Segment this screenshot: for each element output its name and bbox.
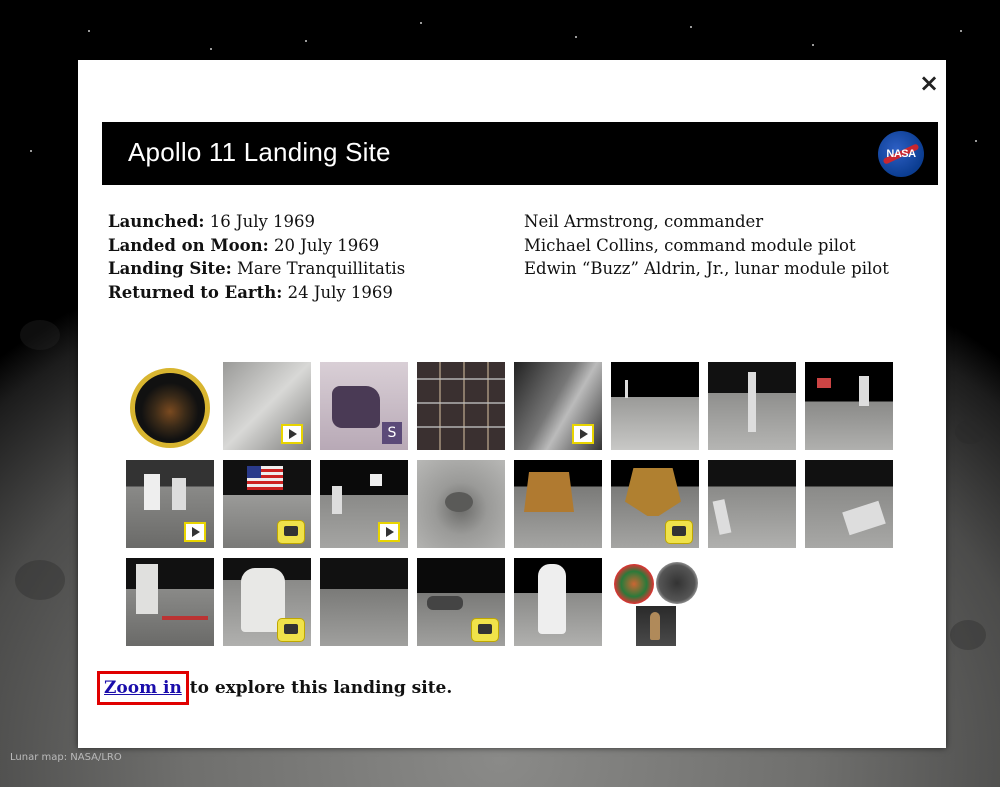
camera-icon — [665, 520, 693, 544]
play-icon — [378, 522, 400, 542]
zoom-in-link[interactable]: Zoom in — [97, 671, 189, 705]
photo-thumbnail[interactable] — [611, 460, 699, 548]
photo-thumbnail[interactable] — [417, 460, 505, 548]
play-icon — [281, 424, 303, 444]
sample-disk-icon — [614, 564, 654, 604]
play-icon — [184, 522, 206, 542]
video-thumbnail[interactable] — [320, 460, 408, 548]
photo-thumbnail[interactable] — [611, 362, 699, 450]
crew-list: Neil Armstrong, commander Michael Collin… — [524, 210, 889, 281]
photo-thumbnail[interactable] — [223, 460, 311, 548]
video-thumbnail[interactable] — [126, 460, 214, 548]
sample-icon: S — [382, 422, 402, 444]
landing-site-row: Landing Site: Mare Tranquillitatis — [108, 259, 406, 278]
mission-dates: Launched: 16 July 1969 Landed on Moon: 2… — [108, 210, 405, 304]
title-bar: Apollo 11 Landing Site NASA — [102, 122, 938, 185]
crew-member: Edwin “Buzz” Aldrin, Jr., lunar module p… — [524, 259, 889, 278]
sample-dish-icon — [656, 562, 698, 604]
photo-thumbnail[interactable] — [223, 558, 311, 646]
play-icon — [572, 424, 594, 444]
zoom-instruction: Zoom in to explore this landing site. — [97, 671, 453, 705]
launched-row: Launched: 16 July 1969 — [108, 212, 316, 231]
crew-member: Neil Armstrong, commander — [524, 212, 764, 231]
zoom-instruction-text: to explore this landing site. — [183, 678, 453, 698]
popup-title: Apollo 11 Landing Site — [128, 137, 391, 167]
camera-icon — [277, 618, 305, 642]
photo-thumbnail[interactable] — [417, 558, 505, 646]
landed-row: Landed on Moon: 20 July 1969 — [108, 235, 380, 255]
video-thumbnail[interactable] — [223, 362, 311, 450]
photo-thumbnail[interactable] — [708, 362, 796, 450]
photo-thumbnail[interactable] — [514, 460, 602, 548]
photo-thumbnail[interactable] — [320, 558, 408, 646]
photo-thumbnail[interactable] — [126, 558, 214, 646]
sample-thumbnail[interactable]: S — [320, 362, 408, 450]
nasa-logo: NASA — [878, 131, 924, 177]
photo-thumbnail[interactable] — [708, 460, 796, 548]
map-credit: Lunar map: NASA/LRO — [10, 752, 122, 763]
crew-member: Michael Collins, command module pilot — [524, 235, 856, 255]
photo-thumbnail[interactable] — [514, 558, 602, 646]
landing-site-popup: × Apollo 11 Landing Site NASA Launched: … — [78, 60, 946, 748]
photo-thumbnail[interactable] — [805, 460, 893, 548]
photo-grid-thumbnail[interactable] — [417, 362, 505, 450]
photo-thumbnail[interactable] — [805, 362, 893, 450]
camera-icon — [471, 618, 499, 642]
close-button[interactable]: × — [916, 70, 942, 96]
sample-core-icon — [636, 606, 676, 646]
video-thumbnail[interactable] — [514, 362, 602, 450]
mission-patch-thumbnail[interactable] — [126, 362, 214, 450]
lunar-samples-thumbnail[interactable] — [614, 560, 702, 648]
camera-icon — [277, 520, 305, 544]
returned-row: Returned to Earth: 24 July 1969 — [108, 282, 393, 302]
